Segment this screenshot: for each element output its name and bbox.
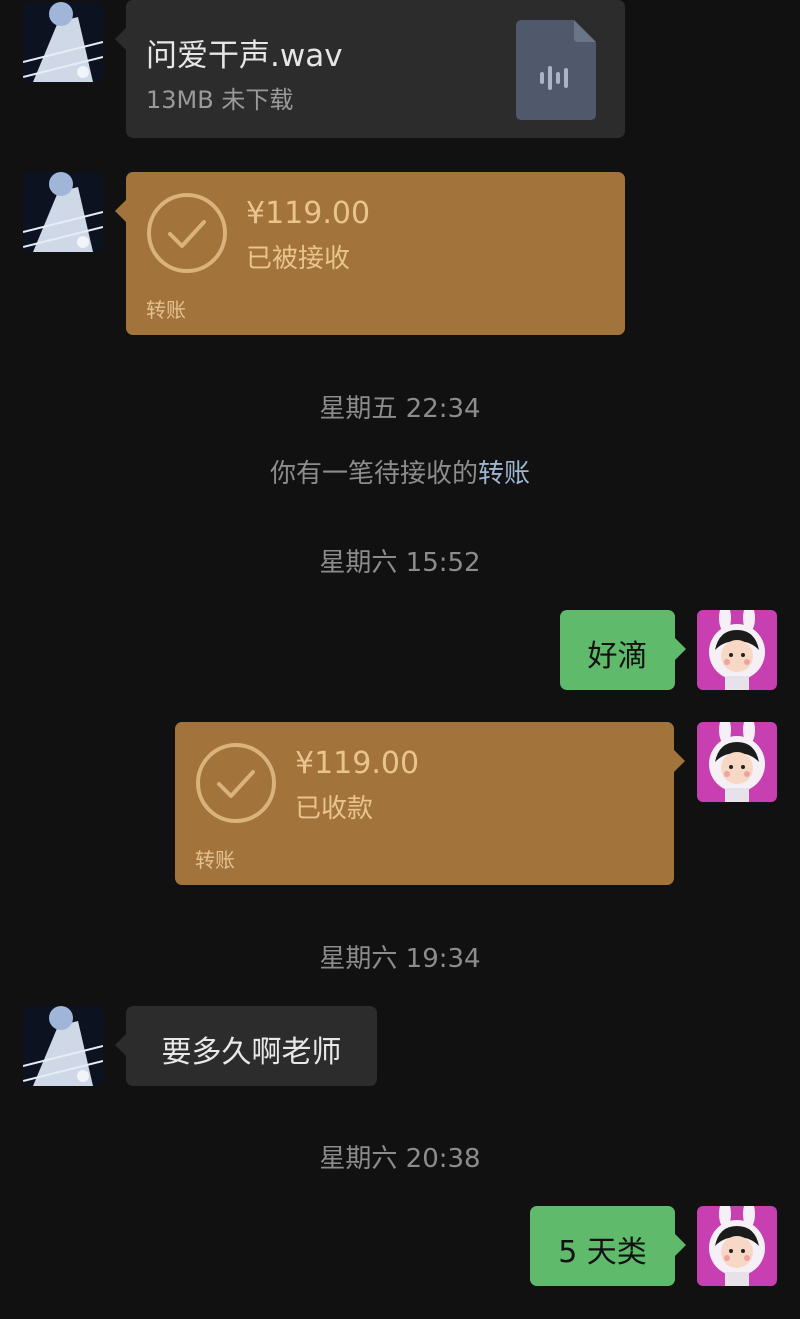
transfer-label: 转账 xyxy=(195,848,235,872)
timestamp: 星期六 15:52 xyxy=(319,548,481,578)
system-notice-text: 你有一笔待接收的 xyxy=(269,459,478,489)
transfer-collected-card[interactable]: ¥119.00 已收款 转账 xyxy=(175,722,685,885)
message-text: 5 天类 xyxy=(558,1235,647,1270)
transfer-amount: ¥119.00 xyxy=(246,196,371,231)
transfer-amount: ¥119.00 xyxy=(295,746,420,781)
system-notice: 你有一笔待接收的转账 xyxy=(0,453,800,490)
audio-file-icon xyxy=(516,20,596,120)
message-text: 好滴 xyxy=(587,639,648,674)
check-circle-icon xyxy=(146,192,228,274)
transfer-label: 转账 xyxy=(146,298,186,322)
transfer-received-card[interactable]: ¥119.00 已被接收 转账 xyxy=(115,172,625,335)
incoming-text-bubble[interactable]: 要多久啊老师 xyxy=(115,1006,377,1086)
my-avatar[interactable] xyxy=(697,1206,777,1286)
my-avatar[interactable] xyxy=(697,610,777,690)
timestamp: 星期五 22:34 xyxy=(319,394,481,424)
transfer-link[interactable]: 转账 xyxy=(478,459,530,489)
contact-avatar[interactable] xyxy=(23,2,103,82)
contact-avatar[interactable] xyxy=(23,1006,103,1086)
file-meta: 13MB 未下载 xyxy=(146,86,294,114)
check-circle-icon xyxy=(195,742,277,824)
outgoing-text-bubble[interactable]: 5 天类 xyxy=(530,1206,686,1286)
contact-avatar[interactable] xyxy=(23,172,103,252)
file-message-bubble[interactable]: 问爱干声.wav 13MB 未下载 xyxy=(115,0,625,138)
timestamp: 星期六 20:38 xyxy=(319,1144,481,1174)
transfer-status: 已被接收 xyxy=(246,244,351,274)
outgoing-text-bubble[interactable]: 好滴 xyxy=(560,610,686,690)
file-name: 问爱干声.wav xyxy=(146,38,343,74)
my-avatar[interactable] xyxy=(697,722,777,802)
timestamp: 星期六 19:34 xyxy=(319,944,481,974)
message-text: 要多久啊老师 xyxy=(161,1035,342,1070)
transfer-status: 已收款 xyxy=(295,794,374,824)
